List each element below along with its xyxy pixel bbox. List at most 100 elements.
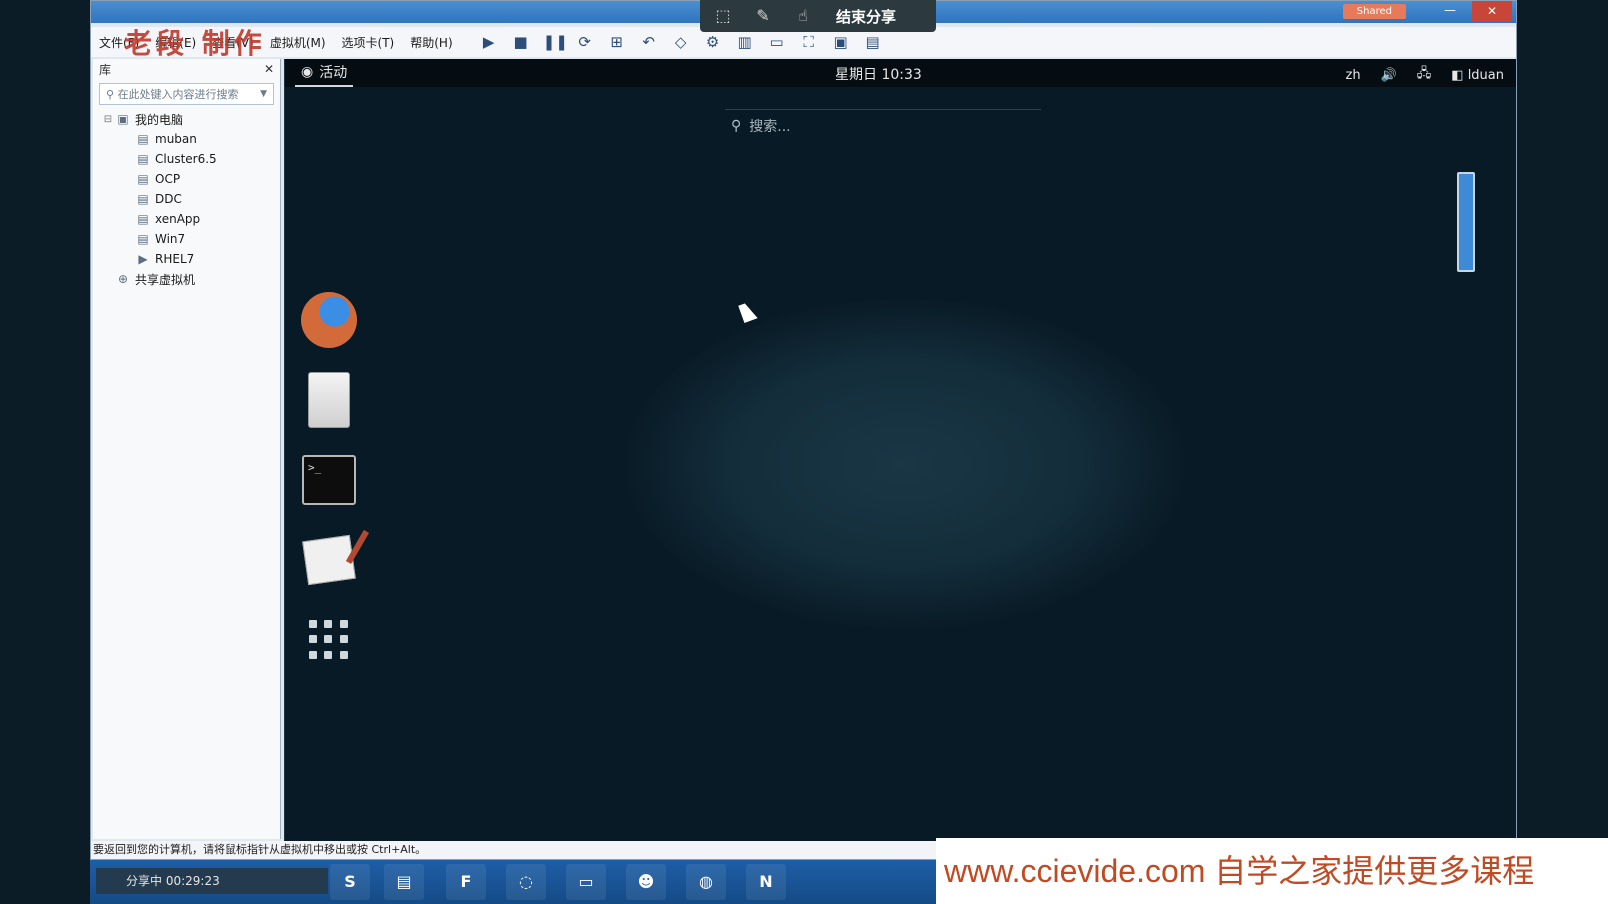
overview-search-input[interactable]: ⚲ 搜索... bbox=[725, 109, 1041, 141]
view-icon[interactable]: ▤ bbox=[863, 32, 883, 52]
user-icon: ◧ bbox=[1451, 67, 1468, 83]
search-icon: ⚲ bbox=[731, 117, 742, 134]
tree-item-vm[interactable]: ▤ Win7 bbox=[93, 229, 280, 249]
volume-icon[interactable]: 🔊 bbox=[1381, 68, 1397, 83]
taskbar-app-chat[interactable]: ◌ bbox=[506, 864, 546, 900]
files-icon bbox=[308, 372, 350, 428]
dash: >_ bbox=[297, 289, 361, 671]
scroll-thumb[interactable] bbox=[1457, 172, 1475, 272]
menu-tabs[interactable]: 选项卡(T) bbox=[342, 34, 395, 51]
tree-label: OCP bbox=[155, 172, 181, 186]
shared-badge: Shared bbox=[1342, 4, 1406, 19]
taskbar-app-onenote[interactable]: N bbox=[746, 864, 786, 900]
taskbar-app-terminal[interactable]: ▭ bbox=[566, 864, 606, 900]
network-icon[interactable]: 🖧 bbox=[1417, 64, 1432, 86]
terminal-icon: >_ bbox=[302, 455, 356, 505]
taskbar-app-s[interactable]: S bbox=[330, 864, 370, 900]
taskbar-app-f[interactable]: F bbox=[446, 864, 486, 900]
pointer-icon[interactable]: ☝ bbox=[792, 5, 814, 27]
restart-icon[interactable]: ⟳ bbox=[575, 32, 595, 52]
end-share-button[interactable]: 结束分享 bbox=[836, 6, 896, 27]
tree-label: Win7 bbox=[155, 232, 186, 246]
tree-item-vm[interactable]: ▤ Cluster6.5 bbox=[93, 149, 280, 169]
text-editor-icon bbox=[302, 534, 356, 586]
dock-files[interactable] bbox=[299, 369, 359, 431]
clock[interactable]: 星期日 10:33 bbox=[835, 64, 922, 84]
tree-item-vm[interactable]: ▤ muban bbox=[93, 129, 280, 149]
tree-item-vm-running[interactable]: ▶ RHEL7 bbox=[93, 249, 280, 269]
guest-display[interactable]: ◉ 活动 星期日 10:33 zh 🔊 🖧 ◧ lduan ⚲ 搜索... >_ bbox=[284, 59, 1516, 841]
site-banner: www.ccievide.com 自学之家提供更多课程 bbox=[936, 838, 1608, 904]
vm-icon: ▤ bbox=[137, 192, 149, 206]
user-menu[interactable]: ◧ lduan bbox=[1451, 68, 1504, 83]
toolbar: ▶ ■ ❚❚ ⟳ ⊞ ↶ ◇ ⚙ ▥ ▭ ⛶ ▣ ▤ bbox=[479, 32, 883, 52]
snapshot-icon[interactable]: ⊞ bbox=[607, 32, 627, 52]
pen-icon[interactable]: ✎ bbox=[752, 5, 774, 27]
library-search-placeholder: 在此处键入内容进行搜索 bbox=[117, 88, 239, 101]
select-region-icon[interactable]: ⬚ bbox=[712, 5, 734, 27]
tree-label: Cluster6.5 bbox=[155, 152, 217, 166]
taskbar-app-db[interactable]: ▤ bbox=[384, 864, 424, 900]
vmware-window: Shared — ✕ 文件(F) 编辑(E) 查看(V) 虚拟机(M) 选项卡(… bbox=[90, 0, 1517, 860]
taskbar-app-people[interactable]: ☻ bbox=[626, 864, 666, 900]
console-icon[interactable]: ▭ bbox=[767, 32, 787, 52]
settings-icon[interactable]: ⚙ bbox=[703, 32, 723, 52]
tree-item-vm[interactable]: ▤ OCP bbox=[93, 169, 280, 189]
chevron-down-icon[interactable]: ▼ bbox=[260, 89, 267, 99]
tree-item-vm[interactable]: ▤ DDC bbox=[93, 189, 280, 209]
manage-snapshots-icon[interactable]: ◇ bbox=[671, 32, 691, 52]
vm-icon: ▤ bbox=[137, 232, 149, 246]
library-close-icon[interactable]: ✕ bbox=[264, 62, 274, 76]
app-grid-icon bbox=[307, 618, 351, 662]
fullscreen-icon[interactable]: ⛶ bbox=[799, 32, 819, 52]
screen-share-toolbar: ⬚ ✎ ☝ 结束分享 bbox=[700, 0, 936, 32]
tree-label: RHEL7 bbox=[155, 252, 195, 266]
gnome-top-bar: ◉ 活动 星期日 10:33 zh 🔊 🖧 ◧ lduan bbox=[285, 59, 1516, 87]
firefox-icon bbox=[301, 292, 357, 348]
library-panel: 库 ✕ ⚲ 在此处键入内容进行搜索 ▼ ⊟ ▣ 我的电脑 ▤ muban ▤ C… bbox=[93, 59, 281, 839]
user-name: lduan bbox=[1467, 67, 1504, 83]
search-icon: ⚲ bbox=[106, 87, 118, 101]
dock-firefox[interactable] bbox=[299, 289, 359, 351]
tree-item-vm[interactable]: ▤ xenApp bbox=[93, 209, 280, 229]
library-search-input[interactable]: ⚲ 在此处键入内容进行搜索 ▼ bbox=[99, 83, 274, 105]
mouse-cursor bbox=[738, 301, 758, 323]
pause-icon[interactable]: ❚❚ bbox=[543, 32, 568, 52]
shared-vm-icon: ⊕ bbox=[117, 272, 129, 286]
unity-icon[interactable]: ▣ bbox=[831, 32, 851, 52]
background-logo bbox=[625, 299, 1185, 629]
share-status: 分享中 00:29:23 bbox=[96, 868, 328, 894]
menu-vm[interactable]: 虚拟机(M) bbox=[270, 34, 326, 51]
tree-label: 我的电脑 bbox=[135, 112, 184, 127]
dock-text-editor[interactable] bbox=[299, 529, 359, 591]
tree-label: xenApp bbox=[155, 212, 201, 226]
dock-show-applications[interactable] bbox=[299, 609, 359, 671]
vm-icon: ▤ bbox=[137, 212, 149, 226]
minimize-button[interactable]: — bbox=[1440, 3, 1460, 19]
tree-label: muban bbox=[155, 132, 197, 146]
tree-node-shared-vms[interactable]: ⊕ 共享虚拟机 bbox=[93, 269, 280, 289]
computer-icon: ▣ bbox=[117, 112, 129, 126]
collapse-icon[interactable]: ⊟ bbox=[101, 114, 115, 125]
stop-icon[interactable]: ■ bbox=[511, 32, 531, 52]
sidebar-icon[interactable]: ▥ bbox=[735, 32, 755, 52]
vm-icon: ▤ bbox=[137, 132, 149, 146]
taskbar-app-vmware[interactable]: ◍ bbox=[686, 864, 726, 900]
menu-help[interactable]: 帮助(H) bbox=[410, 34, 452, 51]
library-header: 库 ✕ bbox=[93, 59, 280, 79]
desktop: Shared — ✕ 文件(F) 编辑(E) 查看(V) 虚拟机(M) 选项卡(… bbox=[0, 0, 1608, 904]
activities-icon: ◉ bbox=[301, 64, 314, 80]
revert-icon[interactable]: ↶ bbox=[639, 32, 659, 52]
activities-label: 活动 bbox=[319, 65, 348, 81]
tree-label: DDC bbox=[155, 192, 182, 206]
power-on-icon[interactable]: ▶ bbox=[479, 32, 499, 52]
library-title: 库 bbox=[99, 62, 112, 77]
dock-terminal[interactable]: >_ bbox=[299, 449, 359, 511]
system-tray: zh 🔊 🖧 ◧ lduan bbox=[1346, 64, 1505, 86]
tree-node-my-computer[interactable]: ⊟ ▣ 我的电脑 bbox=[93, 109, 280, 129]
input-method[interactable]: zh bbox=[1346, 68, 1361, 83]
close-window-button[interactable]: ✕ bbox=[1472, 1, 1512, 21]
activities-button[interactable]: ◉ 活动 bbox=[295, 59, 354, 87]
vm-icon: ▤ bbox=[137, 152, 149, 166]
tree-label: 共享虚拟机 bbox=[135, 272, 196, 287]
